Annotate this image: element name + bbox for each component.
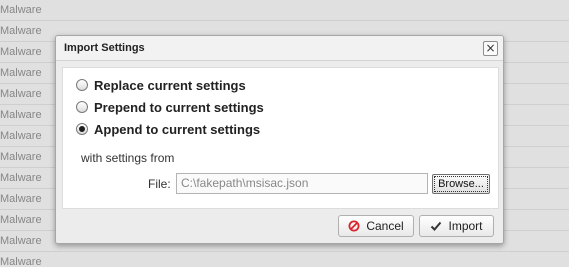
dialog-header: Import Settings × [56,36,503,61]
cancel-label: Cancel [366,219,404,233]
dialog-footer: Cancel Import [56,211,503,243]
option-prepend[interactable]: Prepend to current settings [76,99,264,115]
import-settings-dialog: Import Settings × Replace current settin… [55,35,504,244]
file-path-field[interactable]: C:\fakepath\msisac.json [176,173,428,194]
option-label: Append to current settings [94,121,261,137]
option-label: Replace current settings [94,77,246,93]
append-radio[interactable] [76,123,88,135]
file-label: File: [148,177,171,191]
import-label: Import [448,219,483,233]
checkmark-icon [430,220,442,232]
browse-button[interactable]: Browse... [432,174,490,194]
import-button[interactable]: Import [419,215,494,237]
close-icon[interactable]: × [483,41,498,56]
cancel-circle-icon [348,220,360,232]
option-label: Prepend to current settings [94,99,264,115]
cancel-button[interactable]: Cancel [338,215,414,237]
dialog-body: Replace current settings Prepend to curr… [62,67,499,209]
settings-source-label: with settings from [81,151,175,165]
option-replace[interactable]: Replace current settings [76,77,246,93]
replace-radio[interactable] [76,79,88,91]
option-append[interactable]: Append to current settings [76,121,260,137]
prepend-radio[interactable] [76,101,88,113]
dialog-title: Import Settings [64,42,145,54]
